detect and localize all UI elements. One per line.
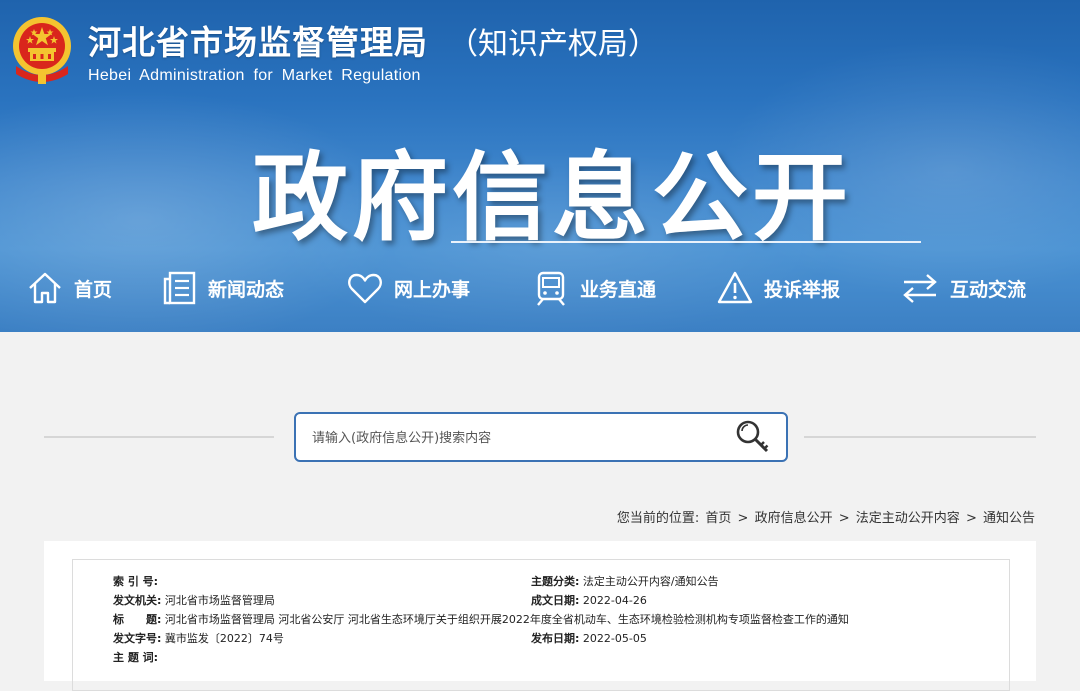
meta-docno-row: 发文字号: 冀市监发〔2022〕74号 xyxy=(113,630,284,646)
nav-label: 投诉举报 xyxy=(764,278,841,301)
meta-topic-row: 主题分类: 法定主动公开内容/通知公告 xyxy=(531,573,719,589)
train-icon xyxy=(537,271,565,306)
document-list-icon xyxy=(163,271,196,305)
breadcrumb: 您当前的位置: 首页 > 政府信息公开 > 法定主动公开内容 > 通知公告 xyxy=(616,507,1036,526)
breadcrumb-separator: > xyxy=(965,511,977,526)
meta-issuer-value: 河北省市场监督管理局 xyxy=(164,594,275,607)
meta-index-row: 索 引 号: xyxy=(113,573,158,589)
meta-issuer-row: 发文机关: 河北省市场监督管理局 xyxy=(113,592,275,608)
divider-line xyxy=(804,436,1036,438)
meta-date-label: 成文日期: xyxy=(531,594,580,607)
breadcrumb-link-home[interactable]: 首页 xyxy=(705,511,731,526)
meta-date-value: 2022-04-26 xyxy=(582,594,647,607)
meta-title-row: 标 题: 河北省市场监督管理局 河北省公安厅 河北省生态环境厅关于组织开展202… xyxy=(113,611,849,627)
nav-item-complaint[interactable]: 投诉举报 xyxy=(716,266,840,310)
header-banner: 河北省市场监督管理局 （知识产权局） Hebei Administration … xyxy=(0,0,1080,332)
meta-date-row: 成文日期: 2022-04-26 xyxy=(531,592,647,608)
breadcrumb-link-statutory[interactable]: 法定主动公开内容 xyxy=(856,511,960,526)
meta-index-label: 索 引 号: xyxy=(113,575,159,588)
national-emblem-icon xyxy=(13,17,71,84)
meta-keywords-label: 主 题 词: xyxy=(113,651,159,664)
agency-name: 河北省市场监督管理局 xyxy=(88,23,428,62)
agency-subtitle: （知识产权局） xyxy=(448,27,658,62)
exchange-arrows-icon xyxy=(903,274,937,303)
title-underline xyxy=(451,241,921,243)
meta-title-value: 河北省市场监督管理局 河北省公安厅 河北省生态环境厅关于组织开展2022年度全省… xyxy=(164,613,849,626)
heart-icon xyxy=(348,273,382,304)
meta-title-label: 标 题: xyxy=(113,613,162,626)
meta-pubdate-value: 2022-05-05 xyxy=(582,632,647,645)
breadcrumb-prefix: 您当前的位置: xyxy=(616,511,700,526)
agency-name-english: Hebei Administration for Market Regulati… xyxy=(88,67,421,84)
search-key-icon[interactable] xyxy=(733,417,773,457)
nav-item-interaction[interactable]: 互动交流 xyxy=(900,266,1026,310)
nav-item-news[interactable]: 新闻动态 xyxy=(162,266,284,310)
home-icon xyxy=(29,272,61,304)
breadcrumb-link-gov-info[interactable]: 政府信息公开 xyxy=(755,511,833,526)
divider-line xyxy=(44,436,274,438)
meta-issuer-label: 发文机关: xyxy=(113,594,162,607)
nav-item-online-service[interactable]: 网上办事 xyxy=(346,266,470,310)
document-card: 索 引 号: 主题分类: 法定主动公开内容/通知公告 发文机关: 河北省市场监督… xyxy=(44,541,1036,691)
breadcrumb-link-notices[interactable]: 通知公告 xyxy=(983,511,1035,526)
nav-label: 新闻动态 xyxy=(208,278,285,301)
meta-docno-label: 发文字号: xyxy=(113,632,162,645)
nav-item-business[interactable]: 业务直通 xyxy=(532,266,656,310)
meta-pubdate-row: 发布日期: 2022-05-05 xyxy=(531,630,647,646)
section-title: 政府信息公开 xyxy=(252,142,852,254)
nav-label: 首页 xyxy=(74,278,113,301)
search-box xyxy=(294,412,788,462)
document-metadata-table: 索 引 号: 主题分类: 法定主动公开内容/通知公告 发文机关: 河北省市场监督… xyxy=(72,559,1010,691)
nav-item-home[interactable]: 首页 xyxy=(26,266,112,310)
meta-keywords-row: 主 题 词: xyxy=(113,649,158,665)
breadcrumb-separator: > xyxy=(838,511,850,526)
meta-pubdate-label: 发布日期: xyxy=(531,632,580,645)
meta-topic-label: 主题分类: xyxy=(531,575,580,588)
search-input[interactable] xyxy=(310,424,714,452)
warning-icon xyxy=(717,271,753,304)
nav-label: 互动交流 xyxy=(950,278,1027,301)
meta-docno-value: 冀市监发〔2022〕74号 xyxy=(164,632,284,645)
nav-label: 网上办事 xyxy=(394,278,471,301)
nav-label: 业务直通 xyxy=(580,278,657,301)
breadcrumb-separator: > xyxy=(737,511,749,526)
meta-topic-value: 法定主动公开内容/通知公告 xyxy=(582,575,719,588)
